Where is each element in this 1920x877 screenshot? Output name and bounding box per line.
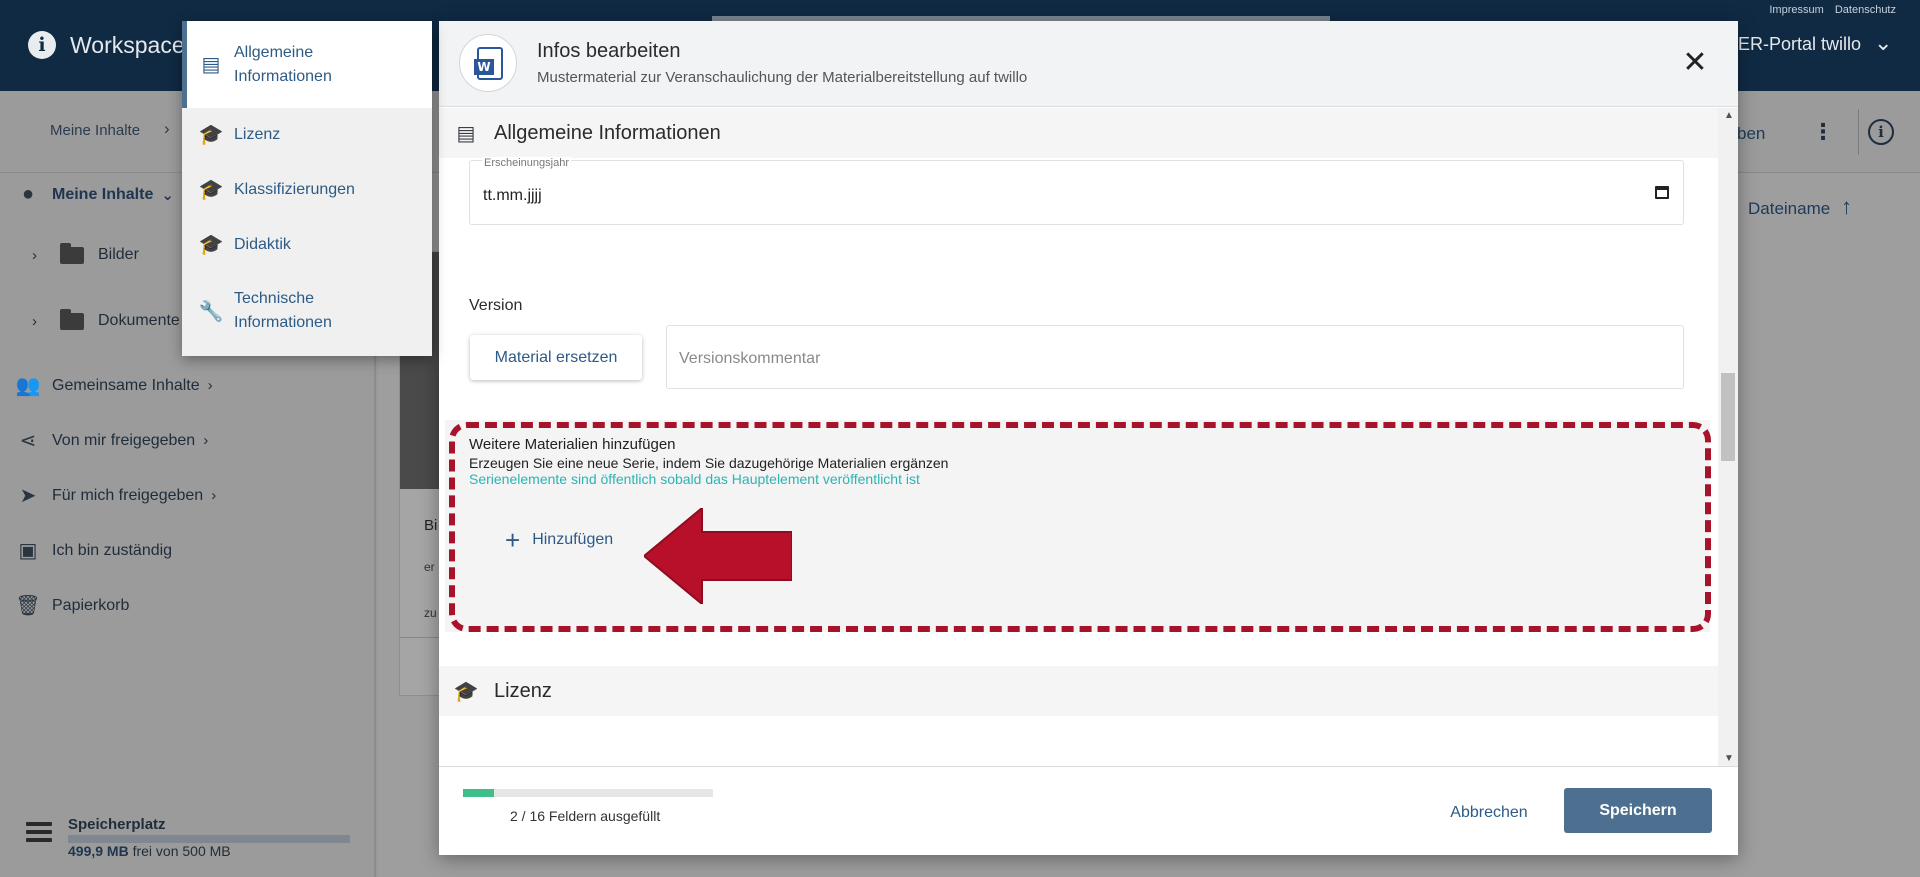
graduation-cap-icon: 🎓 bbox=[198, 179, 224, 201]
wrench-icon: 🔧 bbox=[198, 300, 224, 323]
replace-material-button[interactable]: Material ersetzen bbox=[470, 335, 642, 380]
share-icon: ⋖ bbox=[19, 430, 37, 452]
section-navigation: ▤ Allgemeine Informationen 🎓 Lizenz 🎓 Kl… bbox=[182, 21, 432, 356]
info-icon[interactable]: i bbox=[1868, 119, 1894, 145]
graduation-cap-icon: 🎓 bbox=[198, 124, 224, 146]
chevron-down-icon: ⌄ bbox=[161, 186, 174, 204]
top-links: Impressum Datenschutz bbox=[1761, 4, 1896, 16]
folder-icon bbox=[60, 242, 84, 264]
progress-text: 2 / 16 Feldern ausgefüllt bbox=[510, 808, 661, 824]
more-menu-icon[interactable]: ⋮ bbox=[1812, 119, 1834, 145]
breadcrumb[interactable]: Meine Inhalte bbox=[50, 122, 140, 139]
group-icon: 👥 bbox=[15, 375, 41, 397]
storage-bar bbox=[68, 835, 350, 843]
graduation-cap-icon: 🎓 bbox=[198, 234, 224, 256]
send-icon: ➤ bbox=[19, 485, 37, 507]
dialog-title: Infos bearbeiten bbox=[537, 40, 681, 62]
document-icon: ▤ bbox=[201, 54, 221, 76]
edit-info-dialog: W Infos bearbeiten Mustermaterial zur Ve… bbox=[439, 21, 1738, 855]
chevron-right-icon: › bbox=[203, 432, 209, 449]
chevron-right-icon: › bbox=[207, 377, 213, 394]
graduation-cap-icon: 🎓 bbox=[453, 680, 479, 703]
datenschutz-link[interactable]: Datenschutz bbox=[1835, 4, 1896, 16]
storage-icon bbox=[26, 822, 52, 846]
section-header-license: 🎓 Lizenz bbox=[439, 666, 1718, 716]
nav-item-license[interactable]: 🎓 Lizenz bbox=[182, 108, 432, 161]
chevron-right-icon: › bbox=[32, 312, 37, 330]
card-text: zu bbox=[424, 606, 437, 620]
sidebar-item-responsible[interactable]: ▣ Ich bin zuständig bbox=[14, 538, 173, 563]
save-button[interactable]: Speichern bbox=[1564, 788, 1712, 833]
version-label: Version bbox=[469, 297, 523, 314]
cancel-button[interactable]: Abbrechen bbox=[1419, 793, 1559, 833]
close-icon[interactable]: ✕ bbox=[1677, 45, 1713, 81]
year-field[interactable]: Erscheinungsjahr tt.mm.jjjj bbox=[469, 157, 1684, 225]
section-header-general: ▤ Allgemeine Informationen bbox=[439, 108, 1718, 158]
nav-item-general[interactable]: ▤ Allgemeine Informationen bbox=[182, 21, 432, 108]
portal-selector[interactable]: ER-Portal twillo bbox=[1738, 34, 1861, 55]
version-comment-placeholder: Versionskommentar bbox=[679, 350, 821, 367]
dialog-subtitle: Mustermaterial zur Veranschaulichung der… bbox=[537, 69, 1028, 86]
arrow-up-icon[interactable]: ↑ bbox=[1841, 194, 1852, 220]
dialog-body[interactable]: ▤ Allgemeine Informationen Erscheinungsj… bbox=[439, 108, 1718, 766]
version-comment-input[interactable]: Versionskommentar bbox=[666, 325, 1684, 389]
scrollbar-thumb[interactable] bbox=[1721, 373, 1735, 461]
nav-list: 🎓 Lizenz 🎓 Klassifizierungen 🎓 Didaktik … bbox=[182, 108, 432, 356]
storage-text: 499,9 MB frei von 500 MB bbox=[68, 843, 231, 859]
sidebar-folder-dokumente[interactable]: › Dokumente bbox=[32, 308, 180, 330]
info-logo-icon: i bbox=[28, 31, 56, 59]
progress-bar-fill bbox=[463, 789, 495, 797]
sidebar-item-shared-with-me[interactable]: ➤ Für mich freigegeben › bbox=[14, 483, 217, 508]
inbox-icon: ▣ bbox=[18, 540, 38, 562]
divider bbox=[1858, 109, 1859, 155]
progress-bar bbox=[463, 789, 713, 797]
sidebar-item-my-content[interactable]: ● Meine Inhalte ⌄ bbox=[14, 183, 174, 206]
person-icon: ● bbox=[21, 183, 35, 205]
scroll-up-icon[interactable]: ▲ bbox=[1724, 110, 1734, 121]
storage-bar-fill bbox=[68, 835, 350, 843]
card-text: er bbox=[424, 560, 435, 574]
card-title: Bi bbox=[424, 517, 438, 534]
sidebar-folder-bilder[interactable]: › Bilder bbox=[32, 242, 139, 264]
chevron-right-icon: › bbox=[164, 119, 170, 138]
chevron-right-icon: › bbox=[211, 487, 217, 504]
storage-title: Speicherplatz bbox=[68, 816, 166, 833]
scrollbar[interactable]: ▲ ▼ bbox=[1718, 108, 1738, 766]
sidebar-item-shared[interactable]: 👥 Gemeinsame Inhalte › bbox=[14, 373, 213, 398]
chevron-down-icon[interactable]: ⌄ bbox=[1874, 30, 1892, 56]
toolbar-action[interactable]: ben bbox=[1737, 124, 1765, 144]
year-field-label: Erscheinungsjahr bbox=[482, 157, 571, 169]
scroll-down-icon[interactable]: ▼ bbox=[1724, 753, 1734, 764]
chevron-right-icon: › bbox=[32, 246, 37, 264]
highlight-frame bbox=[449, 422, 1711, 632]
sidebar-item-shared-by-me[interactable]: ⋖ Von mir freigegeben › bbox=[14, 428, 209, 453]
nav-item-didactics[interactable]: 🎓 Didaktik bbox=[182, 218, 432, 271]
nav-item-technical[interactable]: 🔧 Technische Informationen bbox=[182, 271, 432, 351]
word-document-icon: W bbox=[459, 34, 517, 92]
sidebar-item-trash[interactable]: 🗑 Papierkorb bbox=[14, 593, 129, 618]
highlight-arrow-icon bbox=[644, 508, 792, 604]
calendar-icon[interactable] bbox=[1655, 186, 1669, 199]
document-icon: ▤ bbox=[456, 122, 476, 145]
app-title: Workspace bbox=[70, 32, 185, 58]
trash-icon: 🗑 bbox=[15, 595, 41, 617]
nav-item-classification[interactable]: 🎓 Klassifizierungen bbox=[182, 161, 432, 218]
impressum-link[interactable]: Impressum bbox=[1769, 4, 1823, 16]
sort-label[interactable]: Dateiname bbox=[1748, 199, 1830, 219]
dialog-footer: 2 / 16 Feldern ausgefüllt Abbrechen Spei… bbox=[439, 766, 1738, 855]
folder-icon bbox=[60, 308, 84, 330]
dialog-header: W Infos bearbeiten Mustermaterial zur Ve… bbox=[439, 21, 1738, 107]
year-field-value: tt.mm.jjjj bbox=[483, 187, 542, 204]
